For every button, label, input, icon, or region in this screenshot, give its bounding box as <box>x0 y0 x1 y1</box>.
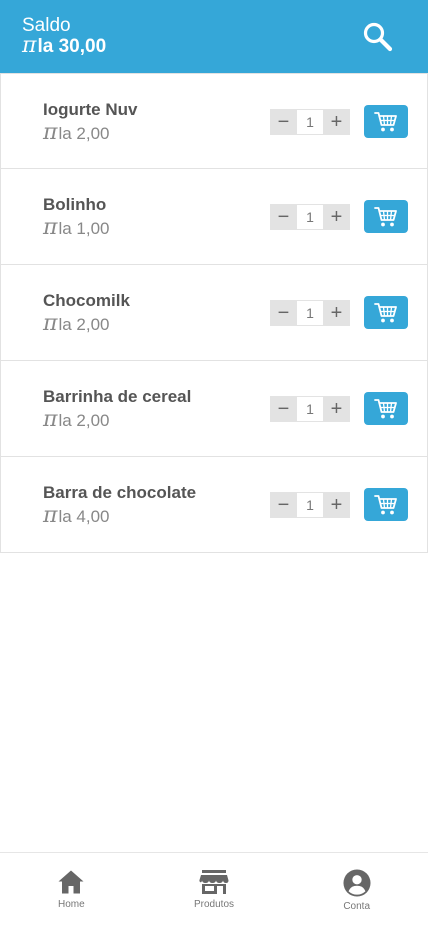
product-list: Iogurte Nuv π la 2,00 − 1 + Bolinho π la 1… <box>0 73 428 553</box>
decrease-button[interactable]: − <box>270 204 297 230</box>
product-item: Iogurte Nuv π la 2,00 − 1 + <box>0 73 428 169</box>
quantity-stepper: − 1 + <box>270 492 350 518</box>
currency-symbol: π <box>43 407 58 432</box>
price-value: la 1,00 <box>58 219 110 238</box>
add-to-cart-button[interactable] <box>364 392 408 425</box>
nav-item-home[interactable]: Home <box>0 853 143 926</box>
quantity-stepper: − 1 + <box>270 109 350 135</box>
add-to-cart-button[interactable] <box>364 296 408 329</box>
balance-value: π la 30,00 <box>22 35 106 58</box>
app-header: Saldo π la 30,00 <box>0 0 428 73</box>
product-name: Bolinho <box>43 195 107 214</box>
home-icon <box>58 870 84 894</box>
nav-label: Home <box>57 899 85 910</box>
decrease-button[interactable]: − <box>270 396 297 422</box>
quantity-value[interactable]: 1 <box>297 109 323 135</box>
quantity-value[interactable]: 1 <box>297 492 323 518</box>
quantity-value[interactable]: 1 <box>297 396 323 422</box>
quantity-stepper: − 1 + <box>270 300 350 326</box>
currency-symbol: π <box>43 120 58 145</box>
price-value: la 2,00 <box>58 411 110 430</box>
quantity-value[interactable]: 1 <box>297 204 323 230</box>
product-price: π la 2,00 <box>43 122 110 145</box>
decrease-button[interactable]: − <box>270 109 297 135</box>
cart-icon <box>374 302 397 322</box>
currency-symbol: π <box>43 311 58 336</box>
cart-icon <box>374 398 397 418</box>
quantity-stepper: − 1 + <box>270 204 350 230</box>
price-value: la 2,00 <box>58 124 110 143</box>
increase-button[interactable]: + <box>323 204 350 230</box>
cart-icon <box>374 111 397 131</box>
decrease-button[interactable]: − <box>270 300 297 326</box>
product-name: Barrinha de cereal <box>43 387 192 406</box>
product-price: π la 2,00 <box>43 313 110 336</box>
nav-label: Conta <box>343 901 371 912</box>
add-to-cart-button[interactable] <box>364 200 408 233</box>
increase-button[interactable]: + <box>323 396 350 422</box>
product-name: Iogurte Nuv <box>43 100 138 119</box>
store-icon <box>199 870 229 894</box>
product-item: Bolinho π la 1,00 − 1 + <box>0 169 428 265</box>
currency-symbol: π <box>43 215 58 240</box>
product-price: π la 2,00 <box>43 409 110 432</box>
price-value: la 2,00 <box>58 315 110 334</box>
account-icon <box>343 869 371 897</box>
currency-symbol: π <box>22 33 37 58</box>
increase-button[interactable]: + <box>323 492 350 518</box>
product-name: Chocomilk <box>43 291 130 310</box>
quantity-stepper: − 1 + <box>270 396 350 422</box>
add-to-cart-button[interactable] <box>364 105 408 138</box>
nav-item-conta[interactable]: Conta <box>285 853 428 926</box>
search-icon[interactable] <box>362 21 394 53</box>
balance-amount: la 30,00 <box>37 36 107 57</box>
cart-icon <box>374 206 397 226</box>
product-item: Barrinha de cereal π la 2,00 − 1 + <box>0 361 428 457</box>
bottom-nav: Home Produtos Conta <box>0 852 428 926</box>
increase-button[interactable]: + <box>323 109 350 135</box>
product-price: π la 4,00 <box>43 505 110 528</box>
nav-label: Produtos <box>193 899 235 910</box>
product-name: Barra de chocolate <box>43 483 197 502</box>
cart-icon <box>374 494 397 514</box>
decrease-button[interactable]: − <box>270 492 297 518</box>
add-to-cart-button[interactable] <box>364 488 408 521</box>
price-value: la 4,00 <box>58 507 110 526</box>
nav-item-produtos[interactable]: Produtos <box>143 853 286 926</box>
currency-symbol: π <box>43 503 58 528</box>
product-item: Barra de chocolate π la 4,00 − 1 + <box>0 457 428 553</box>
product-price: π la 1,00 <box>43 217 110 240</box>
product-item: Chocomilk π la 2,00 − 1 + <box>0 265 428 361</box>
quantity-value[interactable]: 1 <box>297 300 323 326</box>
increase-button[interactable]: + <box>323 300 350 326</box>
